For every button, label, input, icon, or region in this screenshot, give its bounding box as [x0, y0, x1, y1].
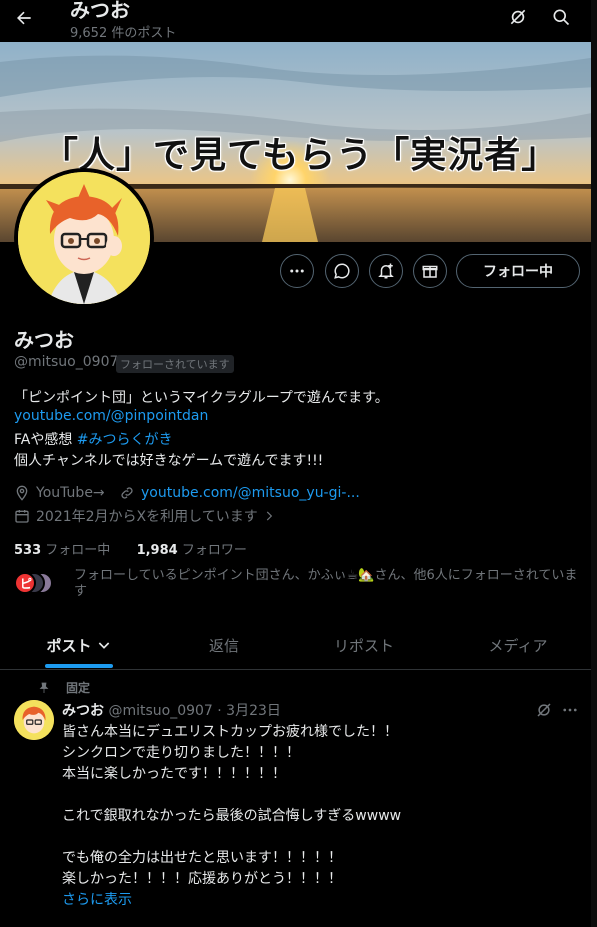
- joined-item[interactable]: 2021年2月からXを利用しています: [14, 506, 276, 526]
- notifications-button[interactable]: [369, 254, 403, 288]
- followers-label: フォロワー: [181, 543, 247, 558]
- bell-plus-icon: [378, 263, 394, 279]
- post-grok-button[interactable]: [530, 696, 558, 724]
- calendar-icon: [15, 510, 29, 523]
- gift-icon: [422, 265, 438, 278]
- website-link[interactable]: youtube.com/@mitsuo_yu-gi-...: [141, 485, 360, 501]
- more-icon: [563, 708, 577, 712]
- tab-replies[interactable]: 返信: [170, 622, 278, 668]
- grok-icon: [537, 703, 551, 717]
- following-count: 533: [14, 543, 42, 558]
- avatar-image: [18, 172, 150, 304]
- back-button[interactable]: [10, 4, 38, 32]
- post-header: みつお @mitsuo_0907 · 3月23日: [62, 700, 281, 720]
- bio-text: FAや感想: [14, 432, 77, 448]
- bio-line-1: 「ピンポイント団」というマイクラグループで遊んでます。: [14, 390, 389, 406]
- following-label: フォロー中: [45, 543, 111, 558]
- post-author-name[interactable]: みつお: [62, 703, 104, 719]
- post-handle-date[interactable]: @mitsuo_0907 · 3月23日: [108, 703, 280, 719]
- followers-link[interactable]: 1,984 フォロワー: [137, 543, 247, 558]
- link-icon: [121, 487, 133, 499]
- location-text: YouTube→: [36, 485, 105, 501]
- following-link[interactable]: 533 フォロー中: [14, 543, 110, 558]
- active-tab-indicator: [45, 664, 113, 668]
- subscribe-button[interactable]: [413, 254, 447, 288]
- bio-line-3: FAや感想 #みつらくがき: [14, 429, 173, 449]
- joined-text: 2021年2月からXを利用しています: [36, 509, 258, 525]
- follow-counts: 533 フォロー中 1,984 フォロワー: [14, 539, 247, 558]
- grok-button[interactable]: [504, 3, 532, 31]
- more-button[interactable]: [280, 254, 314, 288]
- pinned-indicator: 固定: [38, 679, 90, 696]
- pinned-label: 固定: [66, 681, 91, 695]
- tab-media[interactable]: メディア: [464, 622, 572, 668]
- profile-tabs: ポスト 返信 リポスト メディア: [0, 622, 597, 670]
- pin-icon: [39, 682, 49, 693]
- show-more-link[interactable]: さらに表示: [62, 889, 132, 909]
- bio-link[interactable]: youtube.com/@pinpointdan: [14, 408, 208, 424]
- message-button[interactable]: [325, 254, 359, 288]
- follows-you-badge: フォローされています: [116, 355, 234, 373]
- location-item: YouTube→: [14, 485, 105, 501]
- followed-by-avatars[interactable]: ピ: [14, 571, 66, 599]
- location-pin-icon: [16, 485, 28, 501]
- profile-name: みつお: [14, 328, 74, 352]
- post-count: 9,652 件のポスト: [70, 26, 177, 41]
- bio-hashtag[interactable]: #みつらくがき: [77, 432, 173, 448]
- bio-line-4: 個人チャンネルでは好きなゲームで遊んでます!!!: [14, 453, 324, 469]
- post-author-avatar[interactable]: [14, 700, 54, 740]
- tab-posts[interactable]: ポスト: [20, 622, 138, 668]
- grok-icon: [510, 9, 526, 25]
- profile-header: みつお 9,652 件のポスト: [0, 0, 597, 42]
- search-button[interactable]: [547, 3, 575, 31]
- followed-by-text[interactable]: フォローしているピンポイント団さん、かふぃ☕🏡さん、他6人にフォローされています: [74, 568, 579, 600]
- website-item: youtube.com/@mitsuo_yu-gi-...: [119, 485, 360, 501]
- search-icon: [553, 9, 570, 26]
- scrollbar[interactable]: [591, 0, 597, 927]
- follower-avatar-1-letter: ピ: [20, 577, 32, 591]
- chat-bubble-icon: [334, 263, 350, 279]
- profile-handle: @mitsuo_0907: [14, 354, 119, 370]
- banner-caption: 「人」で見てもらう「実況者」: [42, 135, 559, 176]
- arrow-left-icon: [17, 11, 31, 25]
- tab-reposts[interactable]: リポスト: [310, 622, 418, 668]
- more-icon: [290, 269, 304, 273]
- followers-count: 1,984: [136, 543, 178, 558]
- post-text: 皆さん本当にデュエリストカップお疲れ様でした！！ シンクロンで走り切りました！！…: [62, 724, 402, 887]
- profile-title: みつお: [70, 0, 130, 22]
- chevron-right-icon: [266, 511, 272, 521]
- post-more-button[interactable]: [556, 696, 584, 724]
- tab-posts-label: ポスト: [46, 636, 92, 655]
- profile-avatar[interactable]: [14, 168, 154, 308]
- following-button[interactable]: フォロー中: [456, 254, 580, 288]
- chevron-down-icon: [98, 642, 109, 649]
